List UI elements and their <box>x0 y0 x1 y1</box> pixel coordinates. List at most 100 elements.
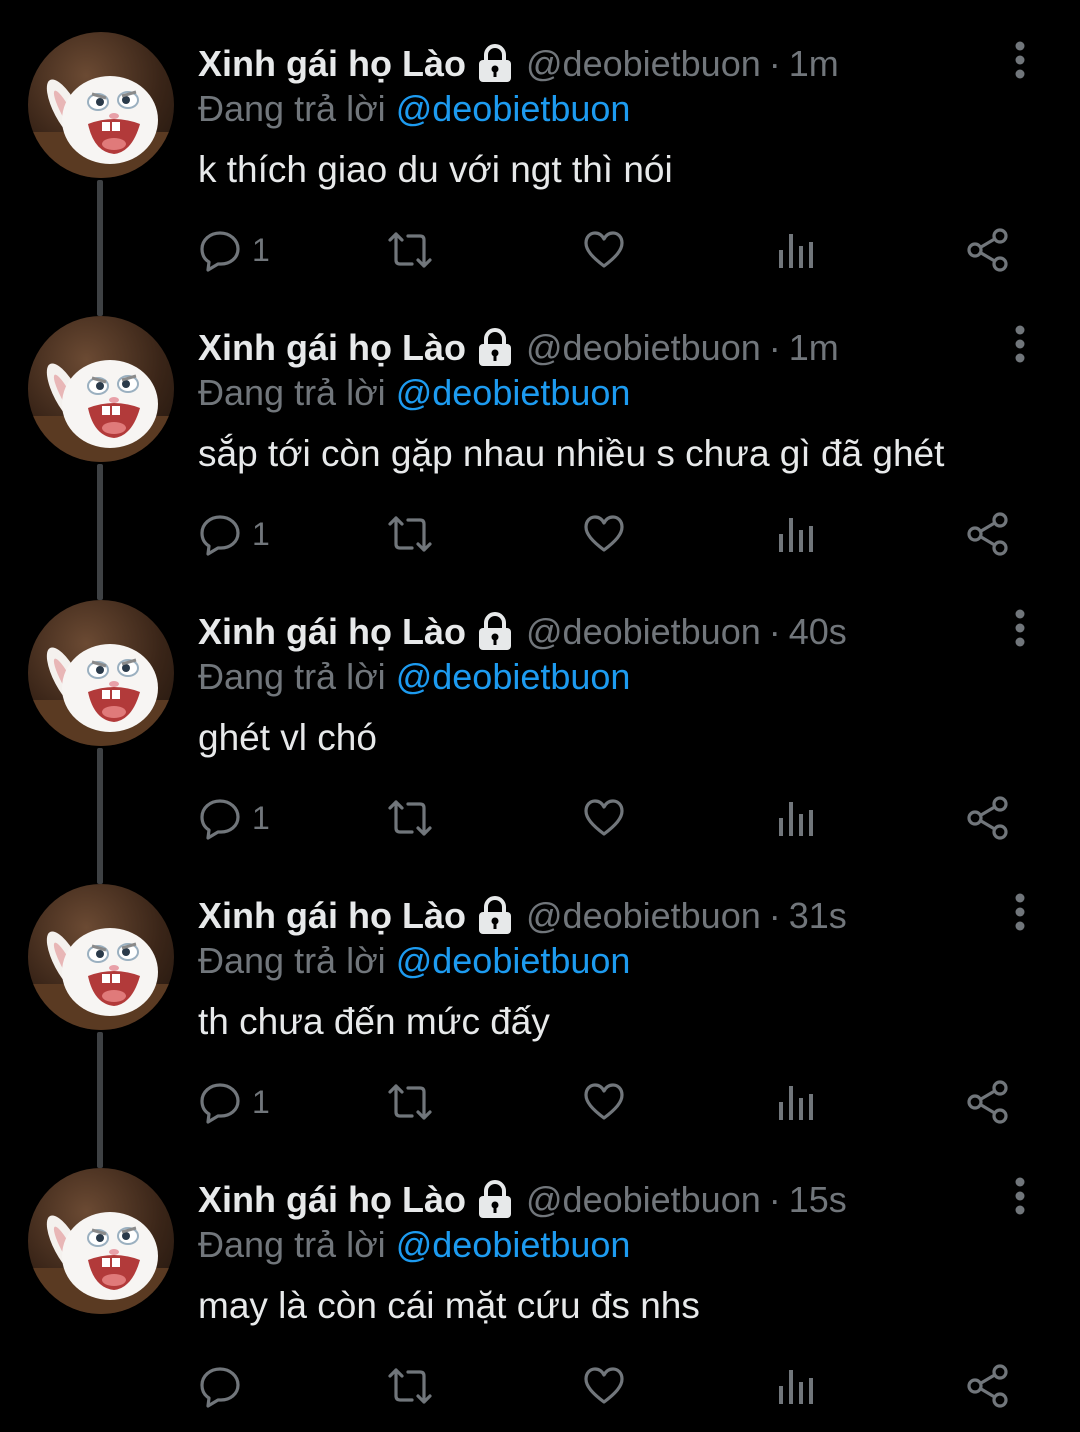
more-vertical-icon[interactable] <box>1010 40 1030 80</box>
avatar[interactable] <box>28 32 174 178</box>
reply-count: 1 <box>252 799 270 836</box>
reply-button[interactable] <box>198 1364 252 1408</box>
replying-to-label: Đang trả lời <box>198 372 386 413</box>
reply-icon <box>200 1083 240 1124</box>
reply-thread: Xinh gái họ Lào @deobietbuon · 1m Đang t… <box>0 0 1080 1432</box>
tweet[interactable]: Xinh gái họ Lào @deobietbuon · 40s Đang … <box>0 568 1080 884</box>
like-button[interactable] <box>582 512 626 556</box>
reply-count: 1 <box>252 1083 270 1120</box>
retweet-button[interactable] <box>386 796 434 840</box>
timestamp[interactable]: 40s <box>789 608 847 656</box>
replying-to-handle[interactable]: @deobietbuon <box>396 940 631 981</box>
like-button[interactable] <box>582 796 626 840</box>
replying-to-handle[interactable]: @deobietbuon <box>396 1224 631 1265</box>
retweet-icon <box>388 1368 432 1404</box>
views-icon <box>779 1086 813 1120</box>
tweet-text: may là còn cái mặt cứu đs nhs <box>198 1285 700 1326</box>
tweet-actions: 1 <box>198 796 1018 840</box>
tweet-header: Xinh gái họ Lào @deobietbuon · 31s <box>198 892 847 940</box>
replying-to-label: Đang trả lời <box>198 656 386 697</box>
tweet-text: th chưa đến mức đấy <box>198 1001 550 1042</box>
share-icon <box>967 796 1008 840</box>
like-icon <box>584 515 624 552</box>
rabbit-avatar-image <box>28 644 174 746</box>
separator-dot: · <box>768 895 781 936</box>
separator-dot: · <box>768 327 781 368</box>
share-button[interactable] <box>966 796 1010 840</box>
timestamp[interactable]: 1m <box>789 324 839 372</box>
reply-button[interactable]: 1 <box>198 796 270 840</box>
reply-button[interactable]: 1 <box>198 1080 270 1124</box>
replying-to-label: Đang trả lời <box>198 940 386 981</box>
handle[interactable]: @deobietbuon <box>526 608 761 656</box>
display-name[interactable]: Xinh gái họ Lào <box>198 1176 466 1224</box>
retweet-icon <box>388 516 432 552</box>
rabbit-avatar-image <box>28 76 174 178</box>
like-button[interactable] <box>582 1080 626 1124</box>
views-button[interactable] <box>776 796 816 840</box>
share-button[interactable] <box>966 1080 1010 1124</box>
handle[interactable]: @deobietbuon <box>526 892 761 940</box>
like-icon <box>584 1367 624 1404</box>
reply-count: 1 <box>252 231 270 268</box>
display-name[interactable]: Xinh gái họ Lào <box>198 892 466 940</box>
more-vertical-icon[interactable] <box>1010 892 1030 932</box>
avatar[interactable] <box>28 1168 174 1314</box>
tweet[interactable]: Xinh gái họ Lào @deobietbuon · 31s Đang … <box>0 852 1080 1168</box>
replying-to-handle[interactable]: @deobietbuon <box>396 88 631 129</box>
replying-to-handle[interactable]: @deobietbuon <box>396 656 631 697</box>
retweet-button[interactable] <box>386 512 434 556</box>
tweet-header: Xinh gái họ Lào @deobietbuon · 15s <box>198 1176 847 1224</box>
retweet-button[interactable] <box>386 1080 434 1124</box>
views-button[interactable] <box>776 1080 816 1124</box>
tweet[interactable]: Xinh gái họ Lào @deobietbuon · 15s Đang … <box>0 1136 1080 1420</box>
display-name[interactable]: Xinh gái họ Lào <box>198 324 466 372</box>
more-vertical-icon[interactable] <box>1010 1176 1030 1216</box>
tweet-actions: 1 <box>198 1080 1018 1124</box>
reply-icon <box>200 799 240 840</box>
timestamp[interactable]: 15s <box>789 1176 847 1224</box>
reply-button[interactable]: 1 <box>198 228 270 272</box>
retweet-button[interactable] <box>386 1364 434 1408</box>
tweet-text: sắp tới còn gặp nhau nhiều s chưa gì đã … <box>198 433 945 474</box>
tweet[interactable]: Xinh gái họ Lào @deobietbuon · 1m Đang t… <box>0 284 1080 600</box>
reply-icon <box>200 231 240 272</box>
retweet-button[interactable] <box>386 228 434 272</box>
like-button[interactable] <box>582 228 626 272</box>
rabbit-avatar-image <box>28 360 174 462</box>
share-button[interactable] <box>966 228 1010 272</box>
views-button[interactable] <box>776 512 816 556</box>
replying-to-handle[interactable]: @deobietbuon <box>396 372 631 413</box>
avatar[interactable] <box>28 884 174 1030</box>
reply-button[interactable]: 1 <box>198 512 270 556</box>
handle[interactable]: @deobietbuon <box>526 1176 761 1224</box>
avatar[interactable] <box>28 316 174 462</box>
avatar[interactable] <box>28 600 174 746</box>
timestamp[interactable]: 31s <box>789 892 847 940</box>
timestamp[interactable]: 1m <box>789 40 839 88</box>
tweet-actions: 1 <box>198 512 1018 556</box>
tweet-header: Xinh gái họ Lào @deobietbuon · 1m <box>198 324 839 372</box>
lock-icon <box>479 1180 511 1218</box>
reply-count: 1 <box>252 515 270 552</box>
display-name[interactable]: Xinh gái họ Lào <box>198 608 466 656</box>
retweet-icon <box>388 800 432 836</box>
views-icon <box>779 802 813 836</box>
handle[interactable]: @deobietbuon <box>526 40 761 88</box>
handle[interactable]: @deobietbuon <box>526 324 761 372</box>
views-button[interactable] <box>776 1364 816 1408</box>
display-name[interactable]: Xinh gái họ Lào <box>198 40 466 88</box>
views-button[interactable] <box>776 228 816 272</box>
more-vertical-icon[interactable] <box>1010 324 1030 364</box>
share-button[interactable] <box>966 512 1010 556</box>
share-icon <box>967 512 1008 556</box>
like-icon <box>584 799 624 836</box>
like-button[interactable] <box>582 1364 626 1408</box>
share-button[interactable] <box>966 1364 1010 1408</box>
more-vertical-icon[interactable] <box>1010 608 1030 648</box>
tweet[interactable]: Xinh gái họ Lào @deobietbuon · 1m Đang t… <box>0 0 1080 316</box>
replying-to: Đang trả lời @deobietbuon <box>198 371 630 415</box>
like-icon <box>584 231 624 268</box>
separator-dot: · <box>768 43 781 84</box>
lock-icon <box>479 44 511 82</box>
